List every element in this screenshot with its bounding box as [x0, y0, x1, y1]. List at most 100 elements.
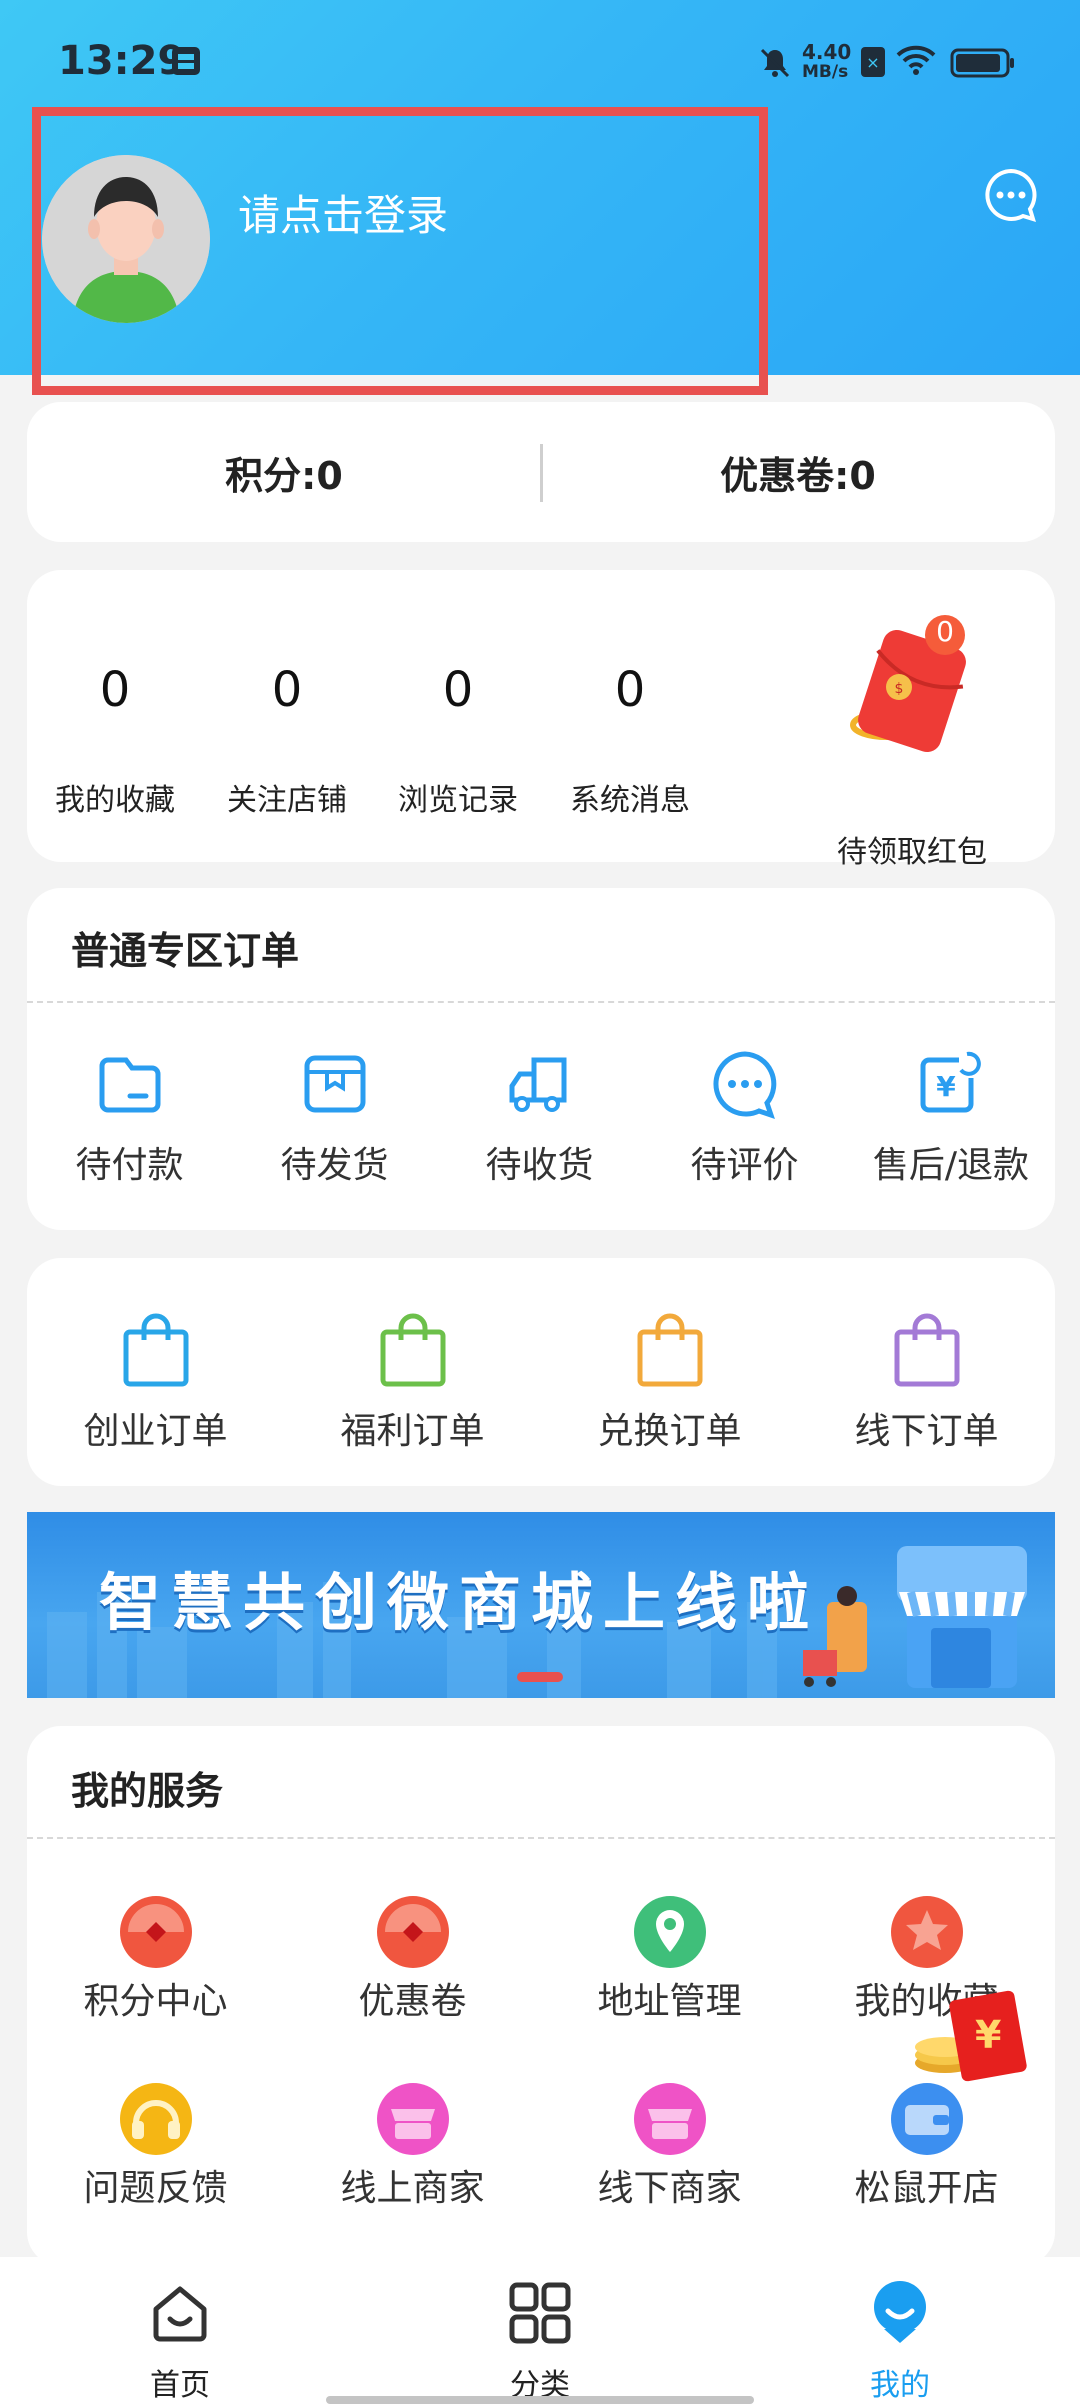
service-label: 问题反馈 [83, 2168, 228, 2209]
grid-icon [509, 2282, 571, 2344]
order-startup[interactable]: 创业订单 [27, 1312, 284, 1454]
stat-system-messages[interactable]: 0 系统消息 [540, 570, 720, 862]
services-card: 我的服务 积分中心 优惠卷 地址管理 我的收藏 问题反馈 线上商家 线下商家 松… [27, 1726, 1055, 2266]
special-order-label: 线下订单 [854, 1411, 999, 1452]
svg-text:×: × [866, 53, 879, 72]
service-label: 线下商家 [597, 2168, 742, 2209]
wifi-icon [896, 45, 936, 75]
battery-icon [950, 48, 1014, 78]
points-value[interactable]: 积分:0 [27, 402, 541, 542]
coupon-icon [376, 1896, 449, 1968]
home-icon [153, 2286, 207, 2342]
order-label: 待发货 [280, 1145, 389, 1186]
message-icon[interactable] [983, 167, 1039, 223]
truck-icon [509, 1057, 566, 1112]
stat-followed-shops[interactable]: 0 关注店铺 [197, 570, 377, 862]
default-avatar-icon [42, 155, 210, 323]
service-label: 优惠卷 [358, 1981, 467, 2022]
stat-label: 关注店铺 [227, 783, 347, 818]
order-after-sales[interactable]: ¥ 售后/退款 [847, 1048, 1055, 1188]
service-label: 积分中心 [83, 1981, 228, 2022]
svg-text:$: $ [895, 681, 904, 697]
points-bar: 积分:0 优惠卷:0 [27, 402, 1055, 542]
service-label: 地址管理 [597, 1981, 742, 2022]
service-label: 线上商家 [340, 2168, 485, 2209]
stat-value: 0 [271, 662, 303, 718]
shopping-bag-icon [637, 1313, 702, 1387]
login-prompt[interactable]: 请点击登录 [238, 182, 448, 243]
user-icon [874, 2281, 926, 2343]
nav-label: 首页 [150, 2368, 210, 2403]
wallet-icon [99, 1057, 160, 1113]
service-coupons[interactable]: 优惠卷 [284, 1896, 541, 2024]
special-order-label: 兑换订单 [597, 1411, 742, 1452]
svg-text:¥: ¥ [936, 1070, 956, 1103]
chat-icon [713, 1051, 776, 1119]
headset-icon [119, 2083, 192, 2155]
net-speed-value: 4.40 [802, 40, 852, 64]
service-address[interactable]: 地址管理 [541, 1896, 798, 2024]
stat-label: 浏览记录 [398, 783, 518, 818]
app-notification-icon [172, 47, 200, 75]
order-label: 待评价 [690, 1145, 799, 1186]
avatar[interactable] [42, 155, 210, 323]
promo-banner[interactable]: 智慧共创微商城上线啦 [27, 1512, 1055, 1698]
red-packet-icon: $ [850, 615, 966, 753]
order-offline[interactable]: 线下订单 [798, 1312, 1055, 1454]
red-packet-entry[interactable]: $ 0 待领取红包 [827, 615, 997, 870]
location-icon [633, 1896, 706, 1968]
refund-icon: ¥ [920, 1051, 981, 1113]
online-shop-icon [376, 2083, 449, 2155]
order-pending-payment[interactable]: 待付款 [27, 1048, 232, 1188]
mute-icon [760, 48, 790, 78]
gesture-home-bar[interactable] [326, 2396, 754, 2404]
service-feedback[interactable]: 问题反馈 [27, 2083, 284, 2211]
nav-label: 我的 [870, 2368, 930, 2403]
orders-card: 普通专区订单 待付款 待发货 待收货 待评价 ¥ 售后/退款 [27, 888, 1055, 1230]
order-pending-receipt[interactable]: 待收货 [437, 1048, 642, 1188]
coupons-value[interactable]: 优惠卷:0 [541, 402, 1055, 542]
package-icon [304, 1055, 365, 1113]
service-points-center[interactable]: 积分中心 [27, 1896, 284, 2024]
order-welfare[interactable]: 福利订单 [284, 1312, 541, 1454]
red-packet-badge: 0 [936, 615, 954, 648]
stat-favorites[interactable]: 0 我的收藏 [25, 570, 205, 862]
orders-title: 普通专区订单 [71, 929, 300, 973]
shopping-bag-icon [894, 1313, 959, 1387]
special-order-label: 福利订单 [340, 1411, 485, 1452]
divider [27, 1001, 1055, 1003]
bottom-nav: 首页 分类 我的 [0, 2257, 1080, 2408]
red-envelope-symbol: ¥ [975, 2013, 1002, 2057]
banner-text: 智慧共创微商城上线啦 [99, 1566, 820, 1639]
stat-history[interactable]: 0 浏览记录 [368, 570, 548, 862]
service-online-merchants[interactable]: 线上商家 [284, 2083, 541, 2211]
stat-label: 系统消息 [570, 783, 690, 818]
special-orders-card: 创业订单 福利订单 兑换订单 线下订单 [27, 1258, 1055, 1486]
floating-red-packet[interactable]: ¥ [905, 1985, 1045, 2105]
special-order-label: 创业订单 [83, 1411, 228, 1452]
points-center-icon [119, 1896, 192, 1968]
shopper-figure [803, 1586, 867, 1687]
service-offline-merchants[interactable]: 线下商家 [541, 2083, 798, 2211]
red-packet-label: 待领取红包 [837, 835, 987, 870]
stat-value: 0 [442, 662, 474, 718]
service-label: 松鼠开店 [854, 2168, 999, 2209]
order-label: 售后/退款 [872, 1145, 1030, 1186]
order-pending-shipment[interactable]: 待发货 [232, 1048, 437, 1188]
stat-value: 0 [614, 662, 646, 718]
stat-value: 0 [99, 662, 131, 718]
star-icon [890, 1896, 963, 1968]
order-label: 待付款 [75, 1145, 184, 1186]
storefront-icon [897, 1546, 1027, 1688]
order-exchange[interactable]: 兑换订单 [541, 1312, 798, 1454]
sim-icon: × [861, 47, 885, 77]
offline-shop-icon [633, 2083, 706, 2155]
status-time: 13:29 [58, 38, 186, 84]
stat-label: 我的收藏 [55, 783, 175, 818]
order-pending-review[interactable]: 待评价 [642, 1048, 847, 1188]
shopping-bag-icon [380, 1313, 445, 1387]
divider [27, 1837, 1055, 1839]
net-speed-unit: MB/s [802, 62, 849, 82]
order-label: 待收货 [485, 1145, 594, 1186]
shopping-bag-icon [123, 1313, 188, 1387]
